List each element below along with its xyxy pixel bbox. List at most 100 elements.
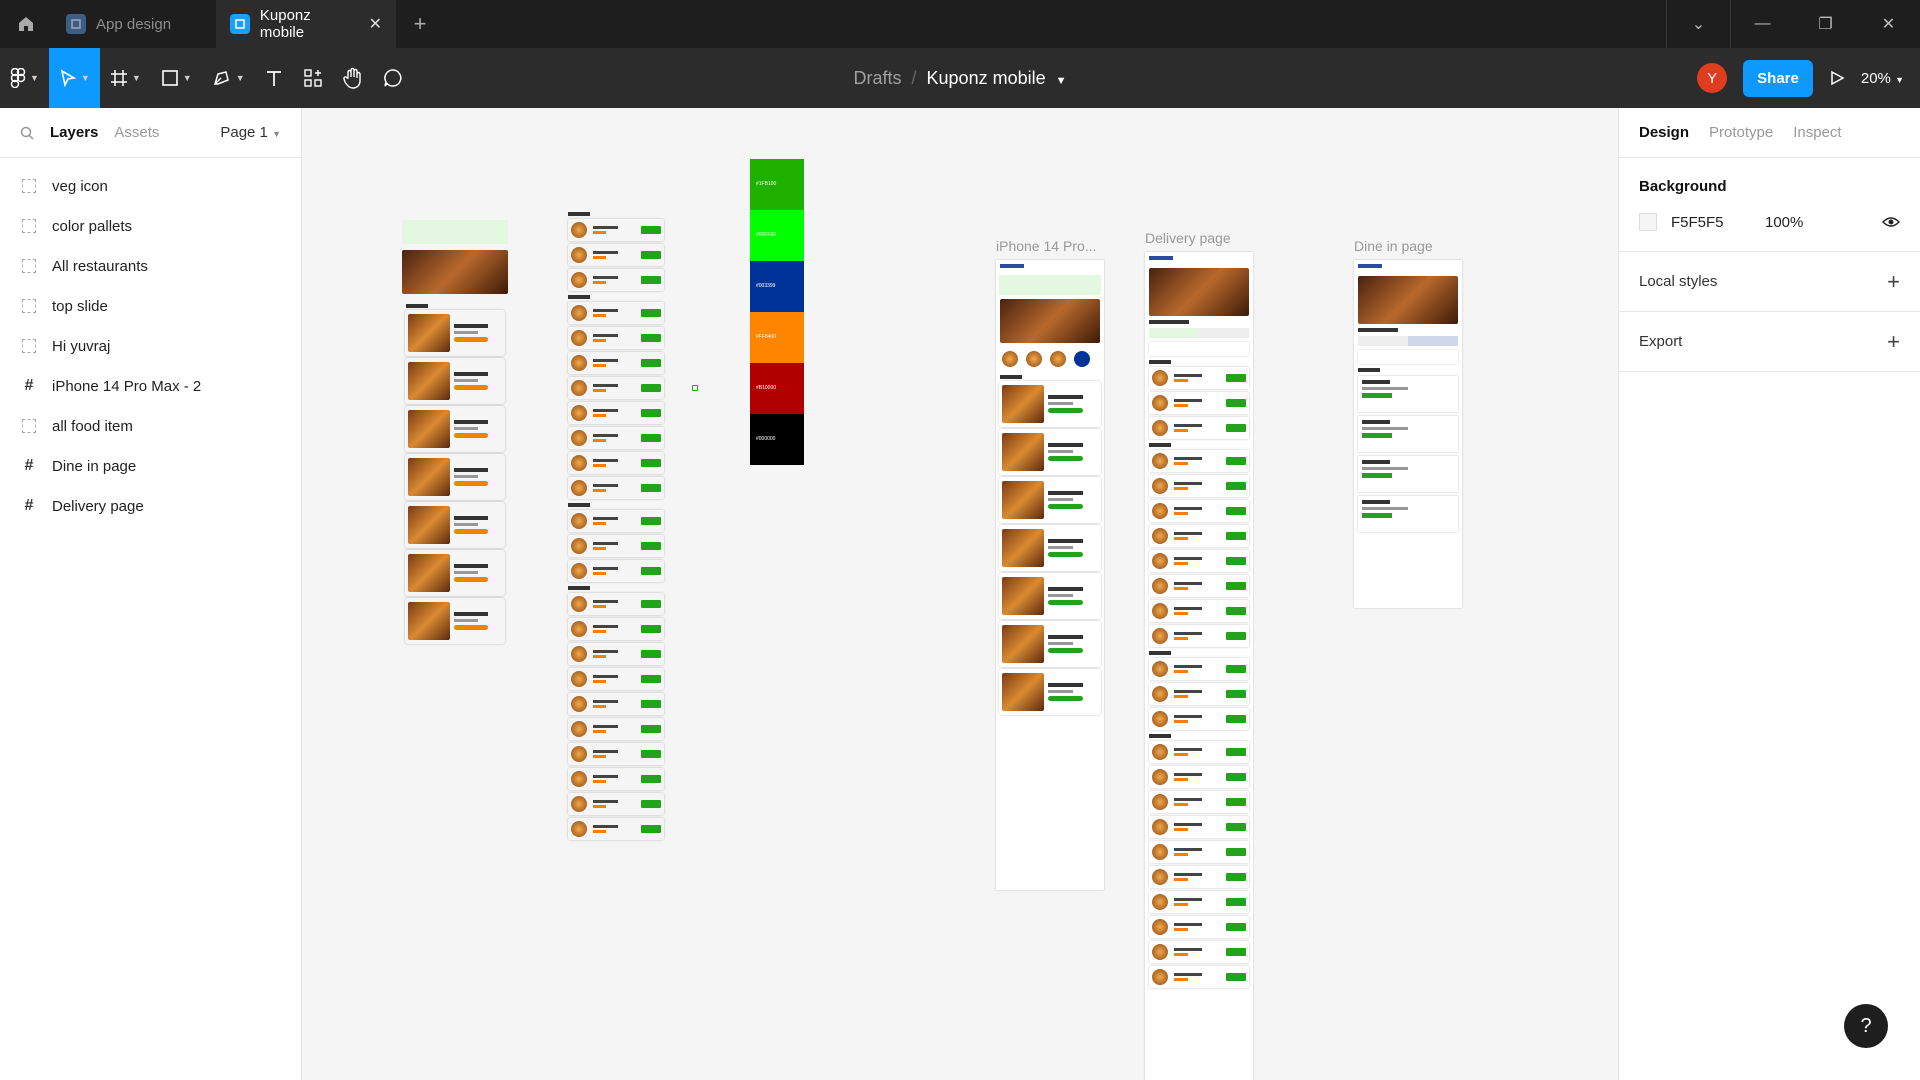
tab-design[interactable]: Design (1639, 124, 1689, 141)
restaurant-card[interactable] (405, 550, 505, 596)
background-opacity-input[interactable]: 100% (1765, 214, 1803, 231)
add-button[interactable] (641, 675, 661, 683)
layer-item[interactable]: # iPhone 14 Pro Max - 2 (0, 366, 301, 406)
add-button[interactable] (1226, 948, 1246, 956)
add-button[interactable] (641, 825, 661, 833)
pen-tool-button[interactable]: ▼ (202, 48, 255, 108)
food-item-row[interactable] (1149, 658, 1249, 680)
food-item-row[interactable] (1149, 708, 1249, 730)
voucher-card[interactable] (1358, 456, 1458, 492)
delivery-dinein-toggle[interactable] (1149, 328, 1249, 338)
close-window-button[interactable]: ✕ (1857, 0, 1920, 48)
food-item-row[interactable] (568, 427, 664, 449)
restaurant-card[interactable] (999, 525, 1101, 571)
page-selector[interactable]: Page 1 ▼ (220, 124, 281, 141)
add-button[interactable] (641, 625, 661, 633)
food-item-row[interactable] (1149, 866, 1249, 888)
food-item-row[interactable] (568, 402, 664, 424)
add-button[interactable] (1226, 690, 1246, 698)
food-item-row[interactable] (1149, 600, 1249, 622)
food-item-row[interactable] (1149, 475, 1249, 497)
add-button[interactable] (641, 409, 661, 417)
add-button[interactable] (641, 517, 661, 525)
add-button[interactable] (1226, 507, 1246, 515)
tab-layers[interactable]: Layers (50, 124, 98, 141)
food-item-row[interactable] (1149, 392, 1249, 414)
food-item-row[interactable] (568, 352, 664, 374)
background-hex-input[interactable]: F5F5F5 (1671, 214, 1751, 231)
color-swatch[interactable]: #003399 (750, 261, 804, 312)
food-item-row[interactable] (1149, 367, 1249, 389)
food-item-row[interactable] (1149, 966, 1249, 988)
food-item-row[interactable] (1149, 575, 1249, 597)
add-button[interactable] (1226, 798, 1246, 806)
add-button[interactable] (1226, 399, 1246, 407)
home-button[interactable] (0, 0, 52, 48)
all-food-item-group[interactable] (564, 208, 668, 853)
food-item-row[interactable] (1149, 941, 1249, 963)
color-swatch[interactable]: #00FF00 (750, 210, 804, 261)
add-button[interactable] (1226, 457, 1246, 465)
comment-tool-button[interactable] (373, 48, 413, 108)
iphone-14-pro-max-frame[interactable] (996, 260, 1104, 890)
zoom-level[interactable]: 20% ▼ (1861, 70, 1904, 87)
layer-item[interactable]: # Delivery page (0, 486, 301, 526)
add-button[interactable] (641, 750, 661, 758)
restaurant-card[interactable] (999, 621, 1101, 667)
restaurant-card[interactable] (999, 477, 1101, 523)
add-button[interactable] (641, 276, 661, 284)
add-button[interactable] (1226, 374, 1246, 382)
food-item-row[interactable] (568, 510, 664, 532)
food-item-row[interactable] (1149, 766, 1249, 788)
layer-item[interactable]: # Dine in page (0, 446, 301, 486)
chevron-down-icon[interactable]: ⌄ (1667, 0, 1730, 48)
frame-label[interactable]: Dine in page (1354, 238, 1433, 254)
color-swatch[interactable]: #FF8400 (750, 312, 804, 363)
restaurant-card[interactable] (999, 429, 1101, 475)
add-button[interactable] (641, 775, 661, 783)
food-item-row[interactable] (1149, 816, 1249, 838)
frame-label[interactable]: Delivery page (1145, 230, 1231, 246)
add-button[interactable] (641, 700, 661, 708)
add-button[interactable] (1226, 873, 1246, 881)
add-button[interactable] (1226, 898, 1246, 906)
add-button[interactable] (1226, 532, 1246, 540)
add-button[interactable] (1226, 748, 1246, 756)
add-button[interactable] (1226, 665, 1246, 673)
layer-item[interactable]: All restaurants (0, 246, 301, 286)
food-item-row[interactable] (568, 793, 664, 815)
breadcrumb-drafts[interactable]: Drafts (854, 68, 902, 88)
add-button[interactable] (1226, 923, 1246, 931)
add-button[interactable] (1226, 482, 1246, 490)
share-button[interactable]: Share (1743, 59, 1813, 97)
add-button[interactable] (1226, 582, 1246, 590)
veg-icon[interactable] (692, 385, 698, 391)
restaurant-card[interactable] (999, 573, 1101, 619)
add-button[interactable] (1226, 973, 1246, 981)
help-button[interactable]: ? (1844, 1004, 1888, 1048)
food-item-row[interactable] (1149, 450, 1249, 472)
canvas[interactable]: #1FB100 #00FF00 #003399 #FF8400 #B10000 #0000… (302, 108, 1618, 1080)
food-item-row[interactable] (1149, 500, 1249, 522)
color-pallets-group[interactable]: #1FB100 #00FF00 #003399 #FF8400 #B10000 #0000… (750, 159, 804, 465)
restaurant-card[interactable] (405, 598, 505, 644)
food-item-row[interactable] (1149, 550, 1249, 572)
food-item-row[interactable] (568, 743, 664, 765)
restaurant-card[interactable] (999, 381, 1101, 427)
all-restaurants-group[interactable] (402, 220, 508, 800)
restaurant-card[interactable] (999, 669, 1101, 715)
add-button[interactable] (1226, 557, 1246, 565)
tab-inspect[interactable]: Inspect (1793, 124, 1841, 141)
tab-assets[interactable]: Assets (114, 124, 159, 141)
color-swatch[interactable]: #1FB100 (750, 159, 804, 210)
voucher-card[interactable] (1358, 496, 1458, 532)
add-button[interactable] (641, 309, 661, 317)
add-button[interactable] (641, 226, 661, 234)
frame-tool-button[interactable]: ▼ (100, 48, 151, 108)
play-icon[interactable] (1829, 70, 1845, 86)
add-button[interactable] (1226, 632, 1246, 640)
add-button[interactable] (641, 484, 661, 492)
add-button[interactable] (641, 434, 661, 442)
tab-app-design[interactable]: App design (52, 0, 216, 48)
add-button[interactable] (641, 251, 661, 259)
